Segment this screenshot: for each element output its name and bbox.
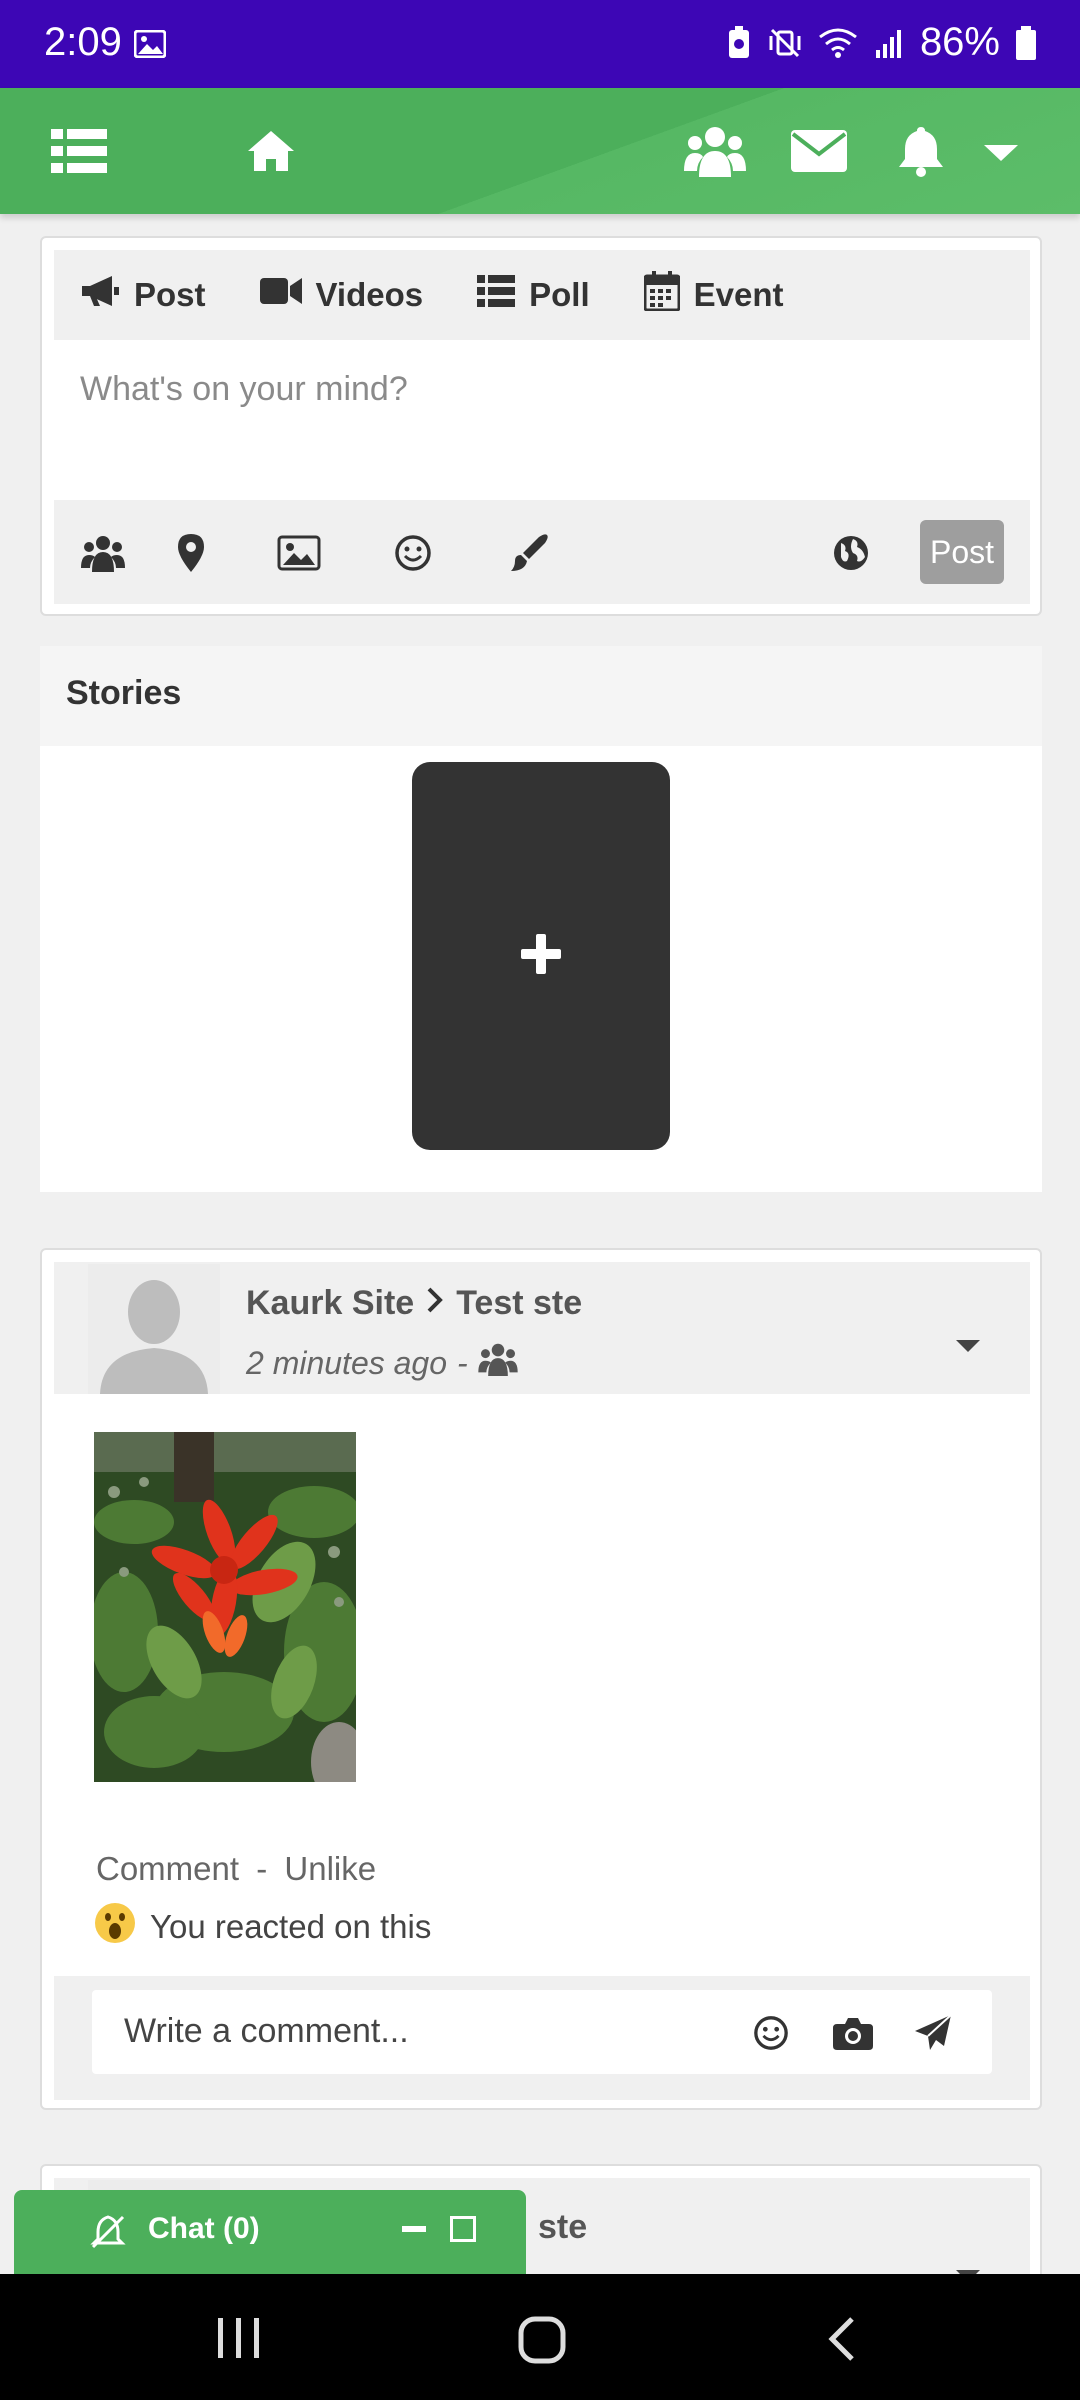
system-navigation-bar	[0, 2274, 1080, 2400]
menu-list-icon[interactable]	[44, 118, 114, 184]
meta-separator: -	[457, 1344, 468, 1381]
chat-widget[interactable]: Chat (0)	[14, 2190, 526, 2276]
calendar-icon	[643, 271, 681, 319]
camera-icon[interactable]	[830, 2010, 876, 2056]
tag-friends-icon[interactable]	[78, 528, 128, 578]
composer-tabs: Post Videos Poll Event	[54, 250, 1030, 340]
battery-saver-icon	[726, 25, 752, 60]
send-icon[interactable]	[910, 2010, 956, 2056]
megaphone-icon	[80, 274, 120, 316]
tab-post-label: Post	[134, 276, 206, 313]
post-header: Kaurk Site Test ste 2 minutes ago -	[54, 1262, 1030, 1394]
post-names: Kaurk Site Test ste	[246, 1284, 582, 1323]
emoji-icon[interactable]	[388, 528, 438, 578]
list-icon	[477, 275, 516, 315]
post-author-link[interactable]: Kaurk Site	[246, 1284, 414, 1323]
video-camera-icon	[259, 276, 302, 314]
audience-friends-icon	[477, 1342, 518, 1384]
post-meta: 2 minutes ago -	[246, 1342, 518, 1384]
actions-separator: -	[256, 1850, 268, 1887]
home-icon[interactable]	[236, 118, 306, 184]
comment-area: Write a comment...	[54, 1976, 1030, 2100]
brush-icon[interactable]	[504, 528, 554, 578]
account-dropdown-icon[interactable]	[966, 118, 1036, 184]
chat-label: Chat (0)	[148, 2212, 260, 2245]
photo-upload-icon[interactable]	[274, 528, 324, 578]
notifications-muted-icon[interactable]	[90, 2214, 126, 2255]
chevron-right-icon	[426, 1284, 444, 1323]
post-target-link[interactable]: Test ste	[456, 1284, 582, 1323]
tab-event[interactable]: Event	[643, 271, 784, 319]
post-submit-button[interactable]: Post	[920, 520, 1004, 584]
post-options-caret-icon[interactable]	[956, 1338, 980, 1357]
tab-event-label: Event	[693, 276, 784, 313]
back-icon[interactable]	[826, 2316, 856, 2367]
tab-post[interactable]: Post	[80, 274, 206, 316]
home-button-icon[interactable]	[518, 2316, 566, 2369]
post2-target-link[interactable]: ste	[538, 2208, 587, 2247]
minimize-icon[interactable]	[402, 2226, 426, 2232]
comment-link[interactable]: Comment	[96, 1850, 239, 1887]
battery-icon	[1016, 25, 1036, 60]
friends-icon[interactable]	[680, 118, 750, 184]
add-story-button[interactable]	[412, 762, 670, 1150]
recent-apps-icon[interactable]	[216, 2316, 262, 2365]
tab-videos[interactable]: Videos	[259, 276, 424, 314]
top-navigation	[0, 88, 1080, 214]
status-bar: 2:09 86%	[0, 0, 1080, 88]
composer-toolbar: Post	[54, 500, 1030, 604]
post-actions: Comment - Unlike	[96, 1850, 376, 1888]
tab-videos-label: Videos	[315, 276, 424, 313]
notifications-bell-icon[interactable]	[886, 118, 956, 184]
location-pin-icon[interactable]	[166, 528, 216, 578]
post-photo[interactable]	[94, 1432, 356, 1782]
tab-poll[interactable]: Poll	[477, 275, 590, 315]
wow-reaction-icon[interactable]	[94, 1902, 136, 1952]
reaction-summary: You reacted on this	[94, 1902, 431, 1952]
plus-icon	[519, 932, 563, 981]
signal-icon	[874, 28, 904, 58]
unlike-link[interactable]: Unlike	[284, 1850, 376, 1887]
wifi-icon	[818, 27, 858, 59]
avatar[interactable]	[88, 1264, 220, 1394]
tab-poll-label: Poll	[529, 276, 590, 313]
mute-vibrate-icon	[768, 26, 802, 60]
post-timestamp[interactable]: 2 minutes ago	[246, 1345, 447, 1382]
comment-emoji-icon[interactable]	[748, 2010, 794, 2056]
reaction-text: You reacted on this	[150, 1908, 432, 1945]
battery-percent: 86%	[919, 20, 1000, 64]
privacy-globe-icon[interactable]	[826, 528, 876, 578]
gallery-notification-icon	[133, 29, 167, 63]
status-time: 2:09	[44, 20, 122, 64]
feed-post: Kaurk Site Test ste 2 minutes ago - Comm…	[40, 1248, 1042, 2110]
maximize-icon[interactable]	[450, 2216, 476, 2242]
messages-icon[interactable]	[784, 118, 854, 184]
comment-input[interactable]: Write a comment...	[92, 1990, 992, 2074]
post-text-input[interactable]: What's on your mind?	[54, 340, 1030, 500]
stories-title: Stories	[40, 646, 1042, 746]
post-composer: Post Videos Poll Event What's on your mi…	[40, 236, 1042, 616]
comment-placeholder: Write a comment...	[124, 2012, 409, 2050]
stories-section: Stories	[40, 646, 1042, 1192]
status-right: 86%	[726, 20, 1036, 65]
